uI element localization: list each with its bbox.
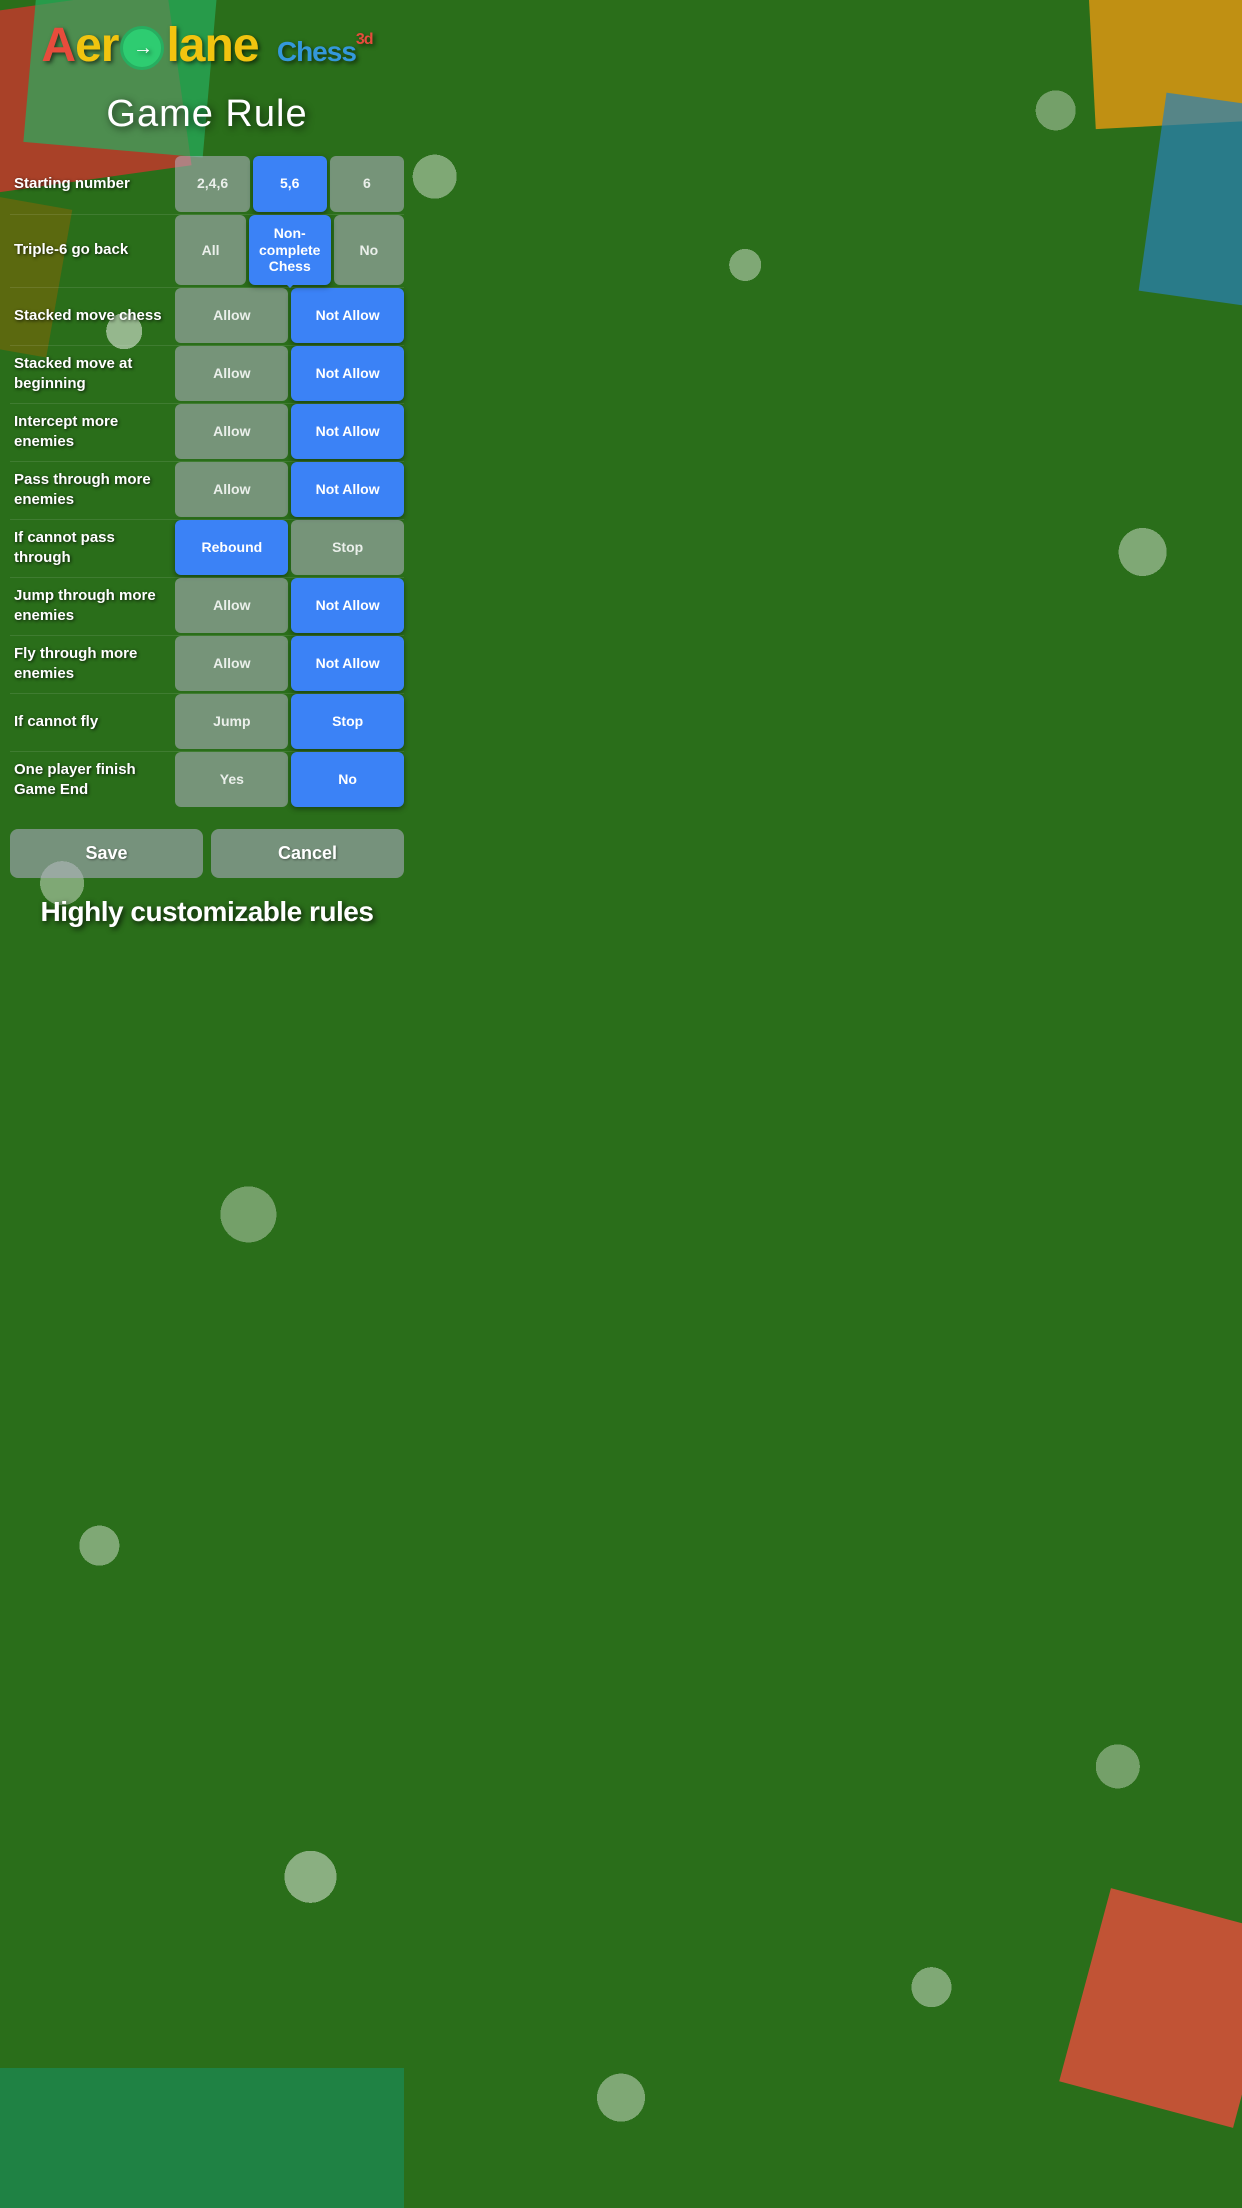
header: Aerlane Chess3d [0, 0, 414, 83]
rule-label-one-player: One player finish Game End [10, 752, 175, 807]
btn-allow-smb[interactable]: Allow [175, 346, 288, 401]
rule-label-triple-6: Triple-6 go back [10, 215, 175, 285]
rule-options-intercept: Allow Not Allow [175, 404, 404, 459]
rule-row-stacked-beginning: Stacked move at beginning Allow Not Allo… [10, 345, 404, 401]
logo-plane-text: lane [166, 19, 258, 72]
rule-row-starting-number: Starting number 2,4,6 5,6 6 [10, 156, 404, 212]
rule-label-cannot-fly: If cannot fly [10, 694, 175, 749]
btn-allow-smc[interactable]: Allow [175, 288, 288, 343]
btn-jump[interactable]: Jump [175, 694, 288, 749]
btn-allow-ftme[interactable]: Allow [175, 636, 288, 691]
rule-label-stacked-beginning: Stacked move at beginning [10, 346, 175, 401]
rule-options-jump-through: Allow Not Allow [175, 578, 404, 633]
tagline: Highly customizable rules [0, 886, 414, 948]
btn-246[interactable]: 2,4,6 [175, 156, 249, 212]
rule-label-starting-number: Starting number [10, 156, 175, 212]
cancel-button[interactable]: Cancel [211, 829, 404, 878]
rule-row-cannot-fly: If cannot fly Jump Stop [10, 693, 404, 749]
btn-no-t6[interactable]: No [334, 215, 404, 285]
save-button[interactable]: Save [10, 829, 203, 878]
page-title: Game Rule [0, 93, 414, 136]
rule-options-starting-number: 2,4,6 5,6 6 [175, 156, 404, 212]
rule-options-stacked-beginning: Allow Not Allow [175, 346, 404, 401]
btn-notallow-jtme[interactable]: Not Allow [291, 578, 404, 633]
rule-options-one-player: Yes No [175, 752, 404, 807]
btn-allow-ptme[interactable]: Allow [175, 462, 288, 517]
rule-options-stacked-move-chess: Allow Not Allow [175, 288, 404, 343]
rule-row-cannot-pass: If cannot pass through Rebound Stop [10, 519, 404, 575]
rule-label-jump-through: Jump through more enemies [10, 578, 175, 633]
rule-row-pass-through: Pass through more enemies Allow Not Allo… [10, 461, 404, 517]
page-content: Aerlane Chess3d Game Rule Starting numbe… [0, 0, 414, 948]
btn-notallow-smc[interactable]: Not Allow [291, 288, 404, 343]
btn-allow-ime[interactable]: Allow [175, 404, 288, 459]
rule-row-triple-6: Triple-6 go back All Non-complete Chess … [10, 214, 404, 285]
btn-allow-jtme[interactable]: Allow [175, 578, 288, 633]
rule-row-one-player: One player finish Game End Yes No [10, 751, 404, 807]
btn-stop-icpt[interactable]: Stop [291, 520, 404, 575]
rules-container: Starting number 2,4,6 5,6 6 Triple-6 go … [0, 156, 414, 807]
rule-options-fly-through: Allow Not Allow [175, 636, 404, 691]
rule-row-intercept: Intercept more enemies Allow Not Allow [10, 403, 404, 459]
btn-rebound[interactable]: Rebound [175, 520, 288, 575]
btn-no-opfge[interactable]: No [291, 752, 404, 807]
rule-label-intercept: Intercept more enemies [10, 404, 175, 459]
btn-noncomplete[interactable]: Non-complete Chess [249, 215, 331, 285]
rule-options-cannot-pass: Rebound Stop [175, 520, 404, 575]
btn-56[interactable]: 5,6 [253, 156, 327, 212]
bottom-buttons: Save Cancel [0, 817, 414, 886]
logo-letter-r: r [101, 19, 119, 72]
btn-notallow-ime[interactable]: Not Allow [291, 404, 404, 459]
rule-options-triple-6: All Non-complete Chess No [175, 215, 404, 285]
btn-notallow-ptme[interactable]: Not Allow [291, 462, 404, 517]
rule-options-cannot-fly: Jump Stop [175, 694, 404, 749]
rule-label-cannot-pass: If cannot pass through [10, 520, 175, 575]
rule-row-jump-through: Jump through more enemies Allow Not Allo… [10, 577, 404, 633]
btn-all[interactable]: All [175, 215, 245, 285]
logo-plane-icon [120, 26, 164, 70]
rule-row-fly-through: Fly through more enemies Allow Not Allow [10, 635, 404, 691]
logo-letter-e: e [75, 19, 101, 72]
logo-3d-text: 3d [356, 31, 373, 48]
rule-label-fly-through: Fly through more enemies [10, 636, 175, 691]
btn-notallow-ftme[interactable]: Not Allow [291, 636, 404, 691]
logo-chess-text: Chess [277, 36, 356, 67]
logo-letter-a: A [41, 19, 75, 72]
rule-label-stacked-move-chess: Stacked move chess [10, 288, 175, 343]
btn-notallow-smb[interactable]: Not Allow [291, 346, 404, 401]
app-logo: Aerlane Chess3d [10, 20, 404, 73]
btn-6[interactable]: 6 [330, 156, 404, 212]
rule-row-stacked-move-chess: Stacked move chess Allow Not Allow [10, 287, 404, 343]
rule-label-pass-through: Pass through more enemies [10, 462, 175, 517]
btn-yes[interactable]: Yes [175, 752, 288, 807]
btn-stop-icf[interactable]: Stop [291, 694, 404, 749]
rule-options-pass-through: Allow Not Allow [175, 462, 404, 517]
